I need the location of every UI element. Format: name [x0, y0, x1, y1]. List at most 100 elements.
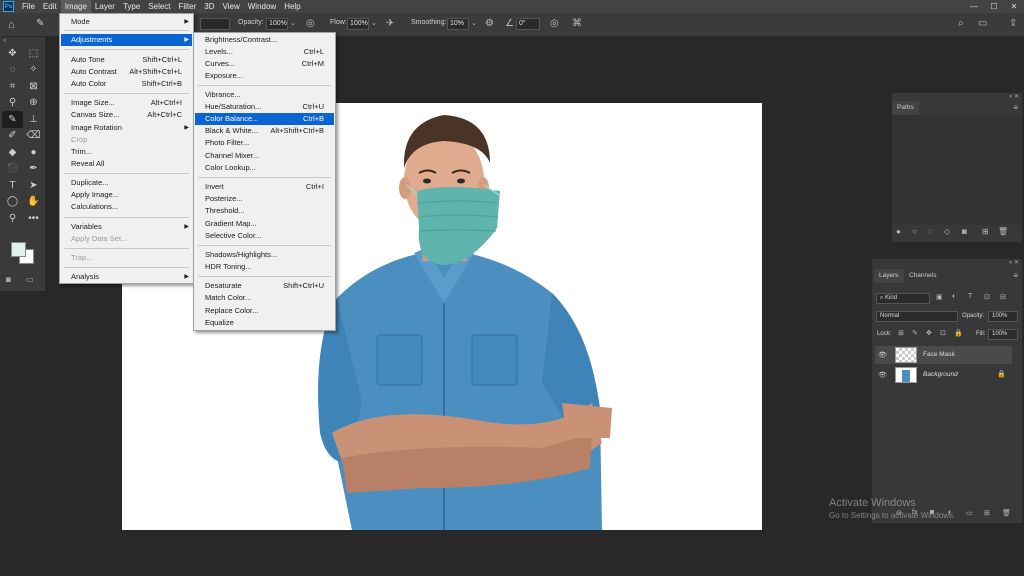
- menu-item-match-color[interactable]: Match Color...: [195, 292, 334, 304]
- healing-tool-icon[interactable]: ⊕: [23, 95, 44, 112]
- menu-item-equalize[interactable]: Equalize: [195, 317, 334, 329]
- pen-tool-icon[interactable]: ✒: [23, 161, 44, 178]
- tab-channels[interactable]: Channels: [904, 269, 941, 283]
- filter-adjustment-icon[interactable]: ◐: [952, 293, 956, 300]
- new-path-icon[interactable]: ⊞: [982, 227, 989, 236]
- dodge-tool-icon[interactable]: ⚫: [2, 161, 23, 178]
- lock-pixels-icon[interactable]: ✎: [912, 329, 918, 337]
- menu-item-duplicate[interactable]: Duplicate...: [61, 177, 192, 189]
- layer-opacity-field[interactable]: 100%: [988, 311, 1018, 322]
- filter-smart-icon[interactable]: ⊟: [1000, 293, 1006, 301]
- lock-position-icon[interactable]: ✥: [926, 329, 932, 337]
- magic-wand-tool-icon[interactable]: ✧: [23, 62, 44, 79]
- home-icon[interactable]: ⌂: [8, 18, 22, 32]
- menu-item-posterize[interactable]: Posterize...: [195, 193, 334, 205]
- menu-item-replace-color[interactable]: Replace Color...: [195, 305, 334, 317]
- panel-collapse-icon[interactable]: « ✕: [1006, 93, 1022, 100]
- smoothing-settings-gear-icon[interactable]: ⚙: [485, 18, 494, 30]
- tab-paths[interactable]: Paths: [892, 101, 919, 115]
- collapse-icon[interactable]: «: [0, 37, 45, 45]
- menu-item-color-balance[interactable]: Color Balance... Ctrl+B: [195, 113, 334, 125]
- menu-image[interactable]: Image: [60, 0, 91, 13]
- screen-mode-icon[interactable]: ▭: [26, 275, 34, 284]
- lock-artboard-icon[interactable]: ⊡: [940, 329, 946, 337]
- menu-item-shadows-highlights[interactable]: Shadows/Highlights...: [195, 249, 334, 261]
- menu-item-photo-filter[interactable]: Photo Filter...: [195, 137, 334, 149]
- menu-type[interactable]: Type: [119, 0, 144, 13]
- tab-layers[interactable]: Layers: [874, 269, 904, 283]
- layer-face-mask[interactable]: 👁 Face Mask: [875, 346, 1012, 364]
- foreground-color-swatch[interactable]: [11, 242, 26, 257]
- eraser-tool-icon[interactable]: ⌫: [23, 128, 44, 145]
- move-tool-icon[interactable]: ✥: [2, 45, 23, 62]
- brush-preset-icon[interactable]: ✎: [36, 18, 44, 29]
- filter-type-icon[interactable]: T: [968, 293, 972, 300]
- crop-tool-icon[interactable]: ⌗: [2, 78, 23, 95]
- angle-field[interactable]: 0°: [516, 18, 540, 30]
- airbrush-icon[interactable]: ✈: [386, 18, 394, 30]
- new-layer-icon[interactable]: ⊞: [984, 509, 990, 517]
- menu-item-selective-color[interactable]: Selective Color...: [195, 230, 334, 242]
- frame-tool-icon[interactable]: ⊠: [23, 78, 44, 95]
- blur-tool-icon[interactable]: ●: [23, 144, 44, 161]
- trash-icon[interactable]: 🗑: [1002, 509, 1011, 517]
- menu-layer[interactable]: Layer: [91, 0, 119, 13]
- stamp-tool-icon[interactable]: ⊥: [23, 111, 44, 128]
- opacity-field[interactable]: 100%: [266, 18, 288, 30]
- menu-item-hdr-toning[interactable]: HDR Toning...: [195, 261, 334, 273]
- panel-collapse-icon[interactable]: « ✕: [1006, 259, 1022, 266]
- share-icon[interactable]: ⇪: [1009, 18, 1017, 30]
- group-folder-icon[interactable]: ▭: [966, 509, 973, 517]
- menu-edit[interactable]: Edit: [39, 0, 61, 13]
- menu-item-auto-contrast[interactable]: Auto Contrast Alt+Shift+Ctrl+L: [61, 66, 192, 78]
- panel-menu-icon[interactable]: ≡: [1013, 103, 1018, 112]
- trash-icon[interactable]: 🗑: [998, 227, 1008, 236]
- menu-item-reveal-all[interactable]: Reveal All: [61, 158, 192, 170]
- symmetry-icon[interactable]: ⌘: [572, 18, 582, 30]
- path-select-tool-icon[interactable]: ➤: [23, 177, 44, 194]
- lasso-tool-icon[interactable]: ◌: [2, 62, 23, 79]
- minimize-icon[interactable]: —: [964, 0, 984, 13]
- menu-item-auto-tone[interactable]: Auto Tone Shift+Ctrl+L: [61, 54, 192, 66]
- flow-field[interactable]: 100%: [347, 18, 369, 30]
- menu-item-variables[interactable]: Variables ▶: [61, 221, 192, 233]
- panel-menu-icon[interactable]: ≡: [1013, 271, 1018, 280]
- work-path-icon[interactable]: ◇: [944, 227, 950, 236]
- brush-tool-icon[interactable]: ✎: [2, 111, 23, 128]
- menu-item-image-rotation[interactable]: Image Rotation ▶: [61, 122, 192, 134]
- close-icon[interactable]: ✕: [1004, 0, 1024, 13]
- menu-item-canvas-size[interactable]: Canvas Size... Alt+Ctrl+C: [61, 109, 192, 121]
- chevron-down-icon[interactable]: ⌄: [290, 18, 296, 30]
- menu-3d[interactable]: 3D: [200, 0, 218, 13]
- menu-item-calculations[interactable]: Calculations...: [61, 201, 192, 213]
- menu-item-exposure[interactable]: Exposure...: [195, 70, 334, 82]
- shape-tool-icon[interactable]: ◯: [2, 194, 23, 211]
- menu-item-channel-mixer[interactable]: Channel Mixer...: [195, 150, 334, 162]
- menu-window[interactable]: Window: [244, 0, 280, 13]
- menu-item-analysis[interactable]: Analysis ▶: [61, 271, 192, 283]
- brush-mode-select[interactable]: [200, 18, 230, 30]
- menu-item-image-size[interactable]: Image Size... Alt+Ctrl+I: [61, 97, 192, 109]
- maximize-icon[interactable]: ☐: [984, 0, 1004, 13]
- menu-item-threshold[interactable]: Threshold...: [195, 205, 334, 217]
- menu-item-trim[interactable]: Trim...: [61, 146, 192, 158]
- filter-shape-icon[interactable]: ⊡: [984, 293, 990, 301]
- marquee-tool-icon[interactable]: ⬚: [23, 45, 44, 62]
- layer-fill-field[interactable]: 100%: [988, 329, 1018, 340]
- menu-view[interactable]: View: [219, 0, 244, 13]
- menu-item-color-lookup[interactable]: Color Lookup...: [195, 162, 334, 174]
- type-tool-icon[interactable]: T: [2, 177, 23, 194]
- lock-transparent-icon[interactable]: ⊞: [898, 329, 904, 337]
- pressure-size-icon[interactable]: ◎: [550, 18, 559, 30]
- layer-background[interactable]: 👁 Background 🔒: [875, 366, 1012, 384]
- filter-kind-select[interactable]: ⌕ Kind: [876, 293, 930, 304]
- menu-item-desaturate[interactable]: Desaturate Shift+Ctrl+U: [195, 280, 334, 292]
- paint-bucket-tool-icon[interactable]: ◆: [2, 144, 23, 161]
- menu-item-hue-saturation[interactable]: Hue/Saturation... Ctrl+U: [195, 101, 334, 113]
- fill-path-icon[interactable]: ●: [896, 227, 901, 236]
- more-tools-icon[interactable]: •••: [23, 210, 44, 227]
- add-mask-icon[interactable]: ◙: [962, 227, 967, 236]
- menu-help[interactable]: Help: [280, 0, 304, 13]
- menu-item-black-white[interactable]: Black & White... Alt+Shift+Ctrl+B: [195, 125, 334, 137]
- menu-item-curves[interactable]: Curves... Ctrl+M: [195, 58, 334, 70]
